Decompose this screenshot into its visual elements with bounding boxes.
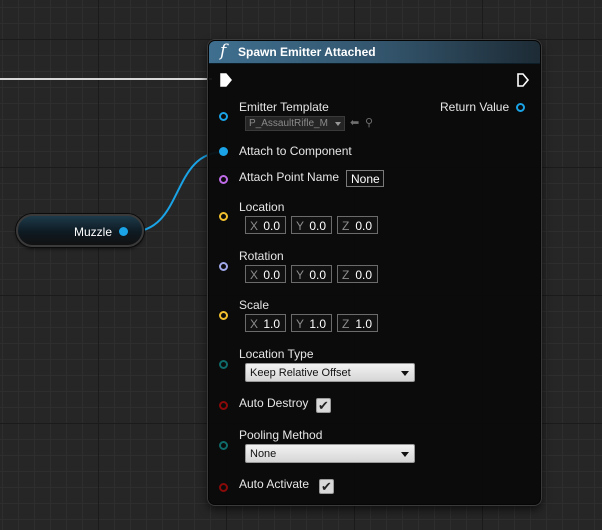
rotation-x-field[interactable]: X 0.0 bbox=[245, 265, 286, 283]
location-type-pin[interactable] bbox=[219, 360, 228, 369]
location-type-selected: Keep Relative Offset bbox=[250, 367, 351, 379]
attach-point-name-label: Attach Point Name bbox=[239, 170, 340, 184]
scale-z-axis: Z bbox=[342, 317, 350, 331]
auto-activate-label: Auto Activate bbox=[239, 477, 310, 491]
pooling-method-dropdown[interactable]: None bbox=[245, 444, 415, 463]
scale-y-value: 1.0 bbox=[309, 317, 326, 331]
scale-y-field[interactable]: Y 1.0 bbox=[291, 314, 332, 332]
location-x-axis: X bbox=[250, 219, 259, 233]
node-header[interactable]: f Spawn Emitter Attached bbox=[209, 41, 540, 64]
scale-y-axis: Y bbox=[296, 317, 305, 331]
return-value-label: Return Value bbox=[440, 100, 510, 114]
location-x-field[interactable]: X 0.0 bbox=[245, 216, 286, 234]
auto-destroy-label: Auto Destroy bbox=[239, 396, 309, 410]
scale-label: Scale bbox=[239, 298, 270, 312]
function-f-icon: f bbox=[220, 41, 227, 61]
attach-point-name-value: None bbox=[351, 172, 380, 186]
location-y-axis: Y bbox=[296, 219, 305, 233]
rotation-x-axis: X bbox=[250, 268, 259, 282]
muzzle-label: Muzzle bbox=[73, 225, 112, 239]
auto-activate-pin[interactable] bbox=[219, 483, 228, 492]
attach-point-name-pin[interactable] bbox=[219, 175, 228, 184]
asset-value: P_AssaultRifle_M bbox=[249, 118, 328, 129]
rotation-x-value: 0.0 bbox=[263, 268, 280, 282]
rotation-z-value: 0.0 bbox=[355, 268, 372, 282]
rotation-y-field[interactable]: Y 0.0 bbox=[291, 265, 332, 283]
rotation-z-field[interactable]: Z 0.0 bbox=[337, 265, 378, 283]
exec-output-pin[interactable] bbox=[516, 72, 530, 88]
scale-z-value: 1.0 bbox=[355, 317, 372, 331]
location-type-dropdown[interactable]: Keep Relative Offset bbox=[245, 363, 415, 382]
emitter-template-pin[interactable] bbox=[219, 112, 228, 121]
emitter-template-asset-picker[interactable]: P_AssaultRifle_M bbox=[245, 116, 345, 131]
scale-pin[interactable] bbox=[219, 311, 228, 320]
emitter-template-label: Emitter Template bbox=[239, 100, 329, 114]
location-pin[interactable] bbox=[219, 212, 228, 221]
auto-destroy-checkbox[interactable]: ✔ bbox=[316, 398, 331, 413]
location-label: Location bbox=[239, 200, 285, 214]
pooling-method-selected: None bbox=[250, 448, 277, 460]
attach-to-component-label: Attach to Component bbox=[239, 144, 352, 158]
rotation-y-axis: Y bbox=[296, 268, 305, 282]
exec-input-pin[interactable] bbox=[219, 72, 233, 88]
browse-search-icon[interactable]: ⚲ bbox=[365, 116, 373, 129]
chevron-down-icon bbox=[401, 371, 409, 376]
use-selected-arrow-icon[interactable]: ⬅ bbox=[350, 116, 359, 129]
muzzle-output-pin[interactable] bbox=[119, 227, 128, 236]
return-value-pin[interactable] bbox=[516, 103, 525, 112]
location-y-field[interactable]: Y 0.0 bbox=[291, 216, 332, 234]
scale-x-field[interactable]: X 1.0 bbox=[245, 314, 286, 332]
node-title: Spawn Emitter Attached bbox=[238, 45, 376, 59]
location-y-value: 0.0 bbox=[309, 219, 326, 233]
pooling-method-label: Pooling Method bbox=[239, 428, 323, 442]
attach-point-name-field[interactable]: None bbox=[346, 170, 384, 187]
scale-z-field[interactable]: Z 1.0 bbox=[337, 314, 378, 332]
location-z-value: 0.0 bbox=[355, 219, 372, 233]
location-z-field[interactable]: Z 0.0 bbox=[337, 216, 378, 234]
rotation-z-axis: Z bbox=[342, 268, 350, 282]
location-z-axis: Z bbox=[342, 219, 350, 233]
attach-to-component-pin[interactable] bbox=[219, 147, 228, 156]
scale-x-value: 1.0 bbox=[263, 317, 280, 331]
chevron-down-icon bbox=[401, 452, 409, 457]
muzzle-variable-node[interactable]: Muzzle bbox=[16, 214, 144, 247]
auto-activate-checkbox[interactable]: ✔ bbox=[319, 479, 334, 494]
pooling-method-pin[interactable] bbox=[219, 441, 228, 450]
scale-x-axis: X bbox=[250, 317, 259, 331]
chevron-down-icon bbox=[335, 122, 341, 126]
rotation-pin[interactable] bbox=[219, 262, 228, 271]
rotation-y-value: 0.0 bbox=[309, 268, 326, 282]
location-type-label: Location Type bbox=[239, 347, 314, 361]
auto-destroy-pin[interactable] bbox=[219, 401, 228, 410]
location-x-value: 0.0 bbox=[263, 219, 280, 233]
rotation-label: Rotation bbox=[239, 249, 284, 263]
